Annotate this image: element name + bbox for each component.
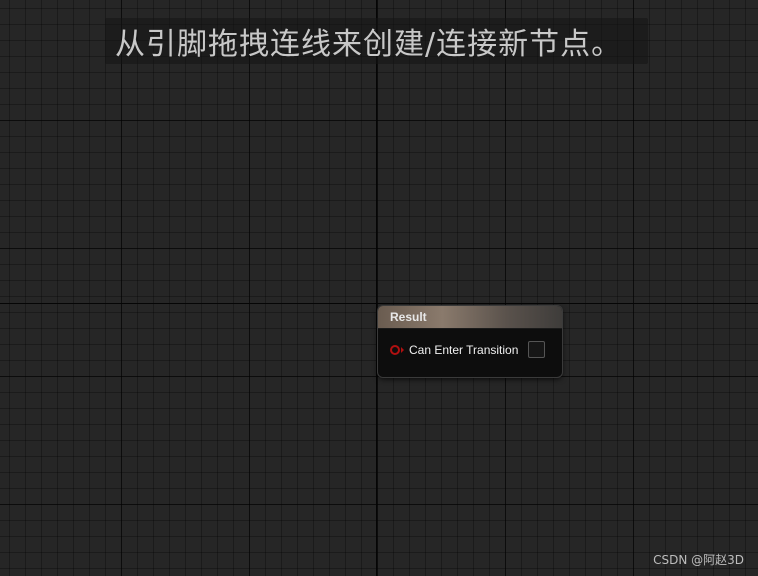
can-enter-transition-label: Can Enter Transition: [409, 343, 519, 357]
can-enter-transition-pin-row: Can Enter Transition: [390, 343, 518, 357]
result-node-title: Result: [390, 310, 427, 324]
result-node[interactable]: Result Can Enter Transition: [378, 306, 562, 377]
watermark-text: CSDN @阿赵3D: [653, 553, 744, 567]
graph-origin-vertical-axis: [376, 0, 377, 576]
result-node-header[interactable]: Result: [378, 306, 562, 329]
graph-hint-text: 从引脚拖拽连线来创建/连接新节点。: [115, 27, 623, 62]
pin-arrow-icon: [401, 347, 404, 353]
graph-hint-banner: 从引脚拖拽连线来创建/连接新节点。: [105, 18, 648, 64]
graph-canvas[interactable]: 从引脚拖拽连线来创建/连接新节点。 Result Can Enter Trans…: [0, 0, 758, 576]
graph-origin-horizontal-axis: [0, 303, 758, 304]
can-enter-transition-checkbox[interactable]: [528, 341, 545, 358]
boolean-input-pin-icon[interactable]: [390, 345, 400, 355]
result-node-body: Can Enter Transition: [378, 329, 562, 377]
